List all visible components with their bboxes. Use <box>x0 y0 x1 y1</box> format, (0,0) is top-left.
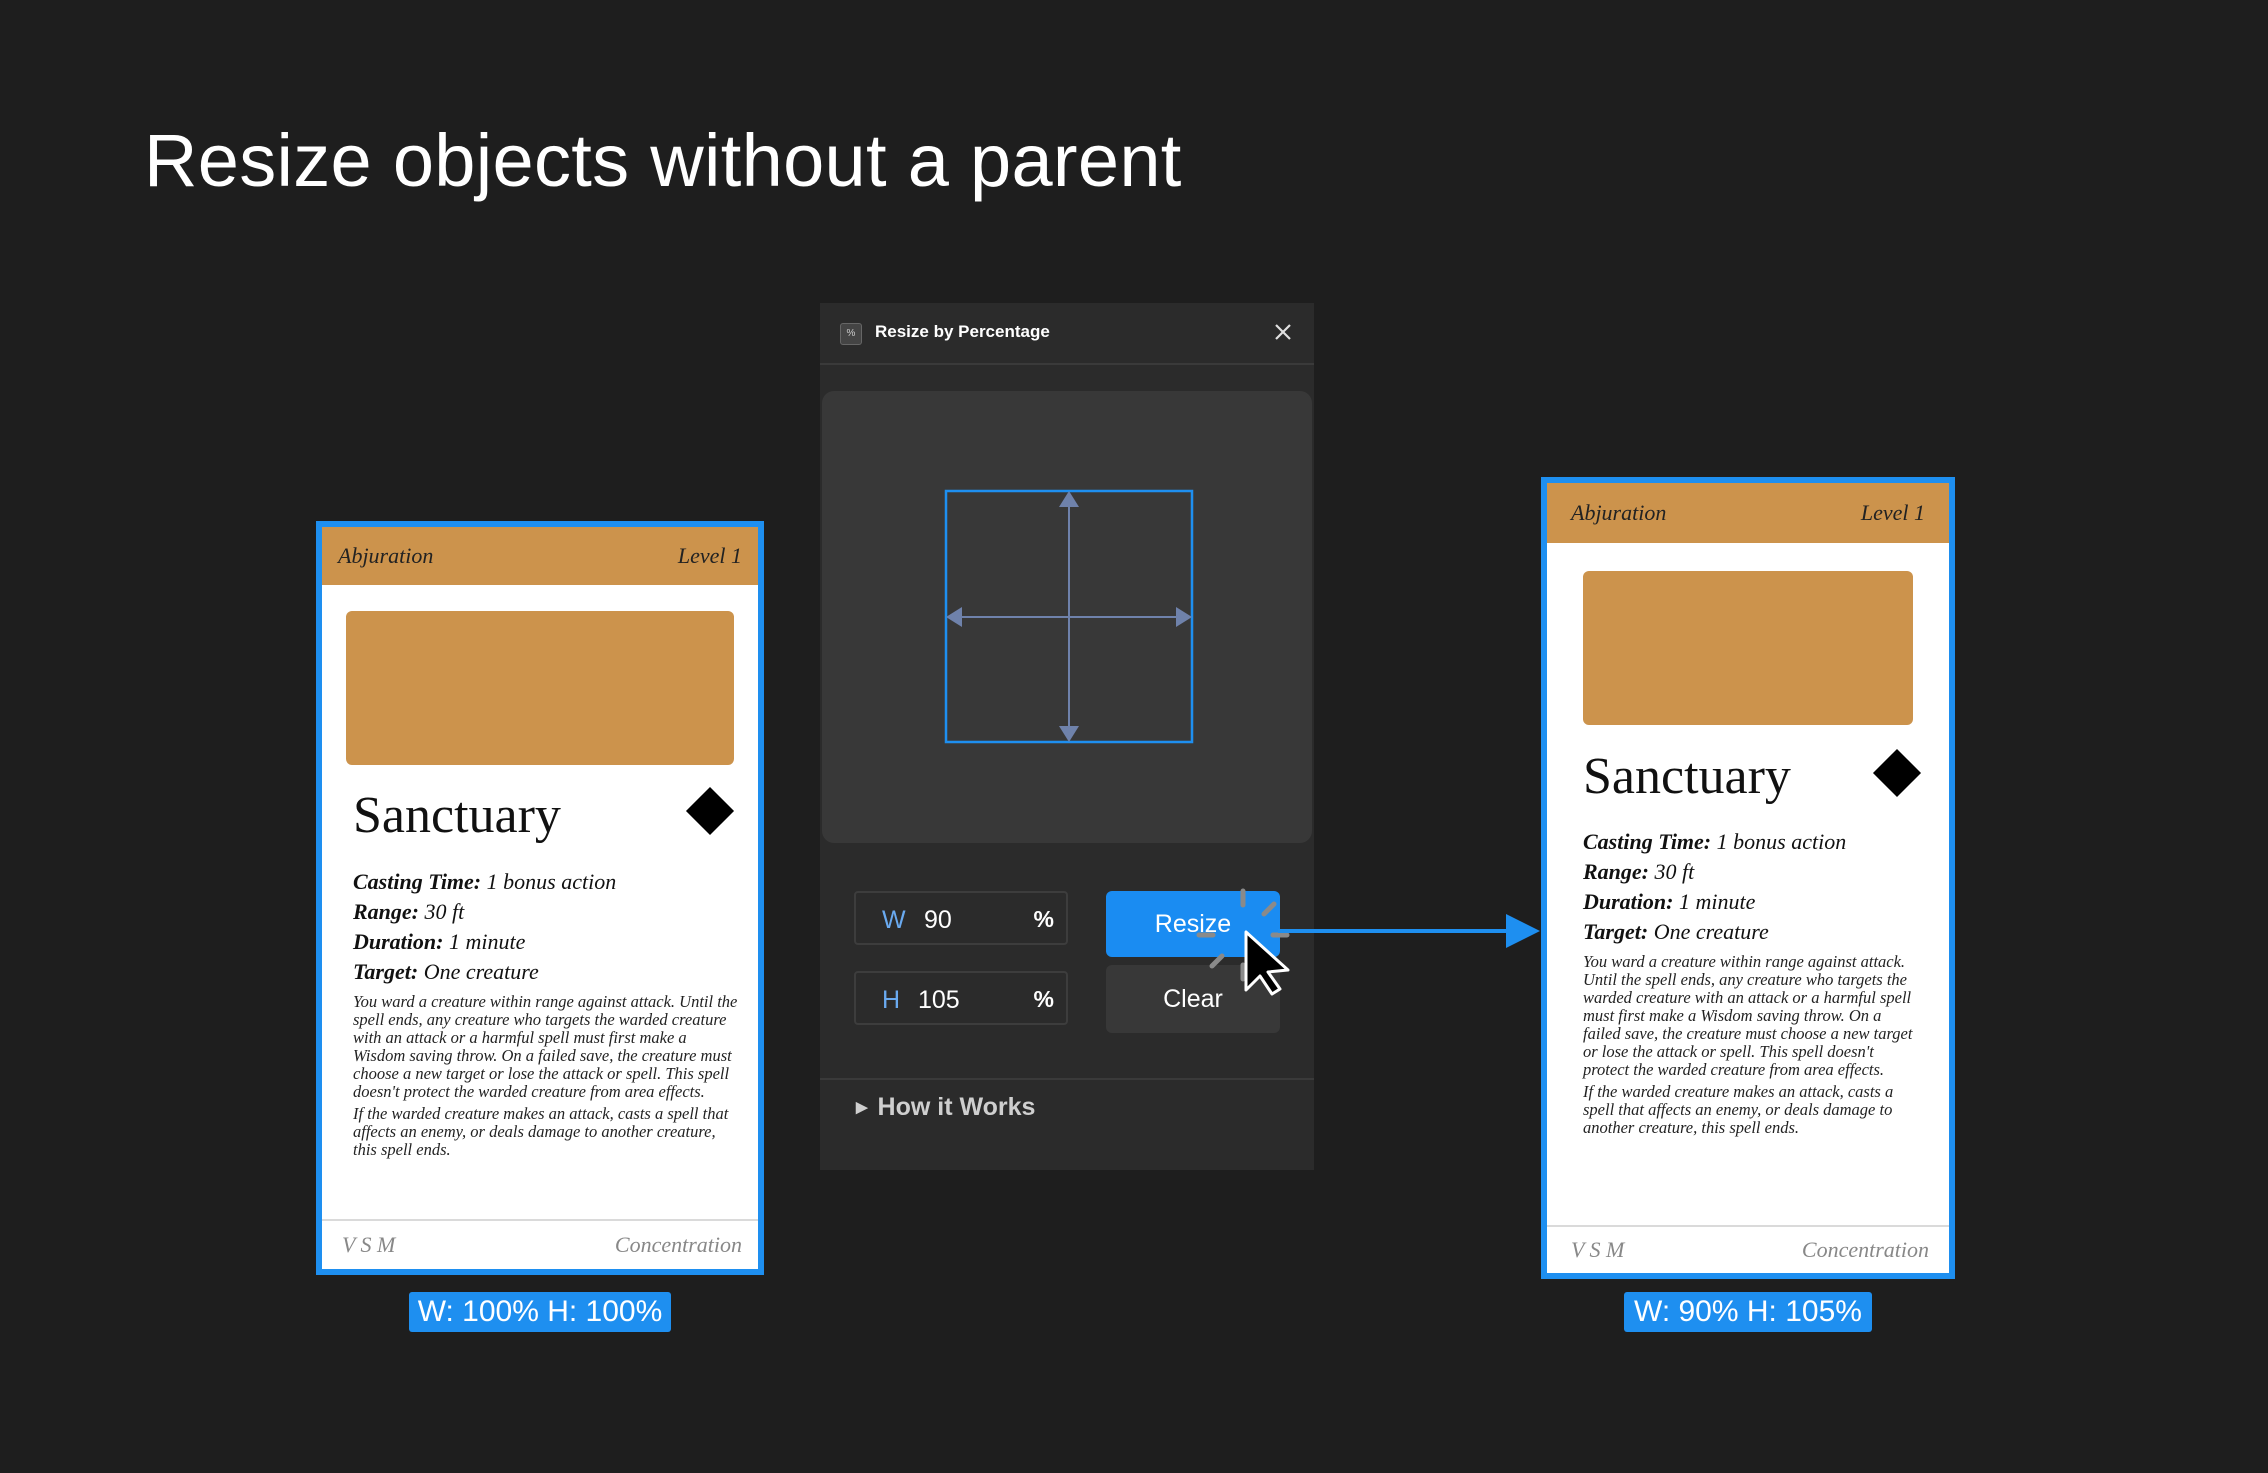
height-input[interactable]: H % <box>854 971 1068 1025</box>
card-components: V S M <box>1571 1237 1625 1262</box>
card-description: You ward a creature within range against… <box>1583 953 1923 1141</box>
diamond-icon <box>1872 748 1922 798</box>
card-header: Abjuration Level 1 <box>322 527 758 585</box>
card-header: Abjuration Level 1 <box>1547 483 1949 543</box>
how-it-works-label: How it Works <box>877 1093 1036 1121</box>
stat-target: Target: One creature <box>1583 919 1769 944</box>
how-it-works-toggle[interactable]: ▶ How it Works <box>856 1093 1035 1122</box>
stat-target: Target: One creature <box>353 959 539 984</box>
card-art <box>1583 571 1913 725</box>
size-badge-after: W: 90% H: 105% <box>1624 1292 1872 1332</box>
panel-title: Resize by Percentage <box>875 322 1050 341</box>
card-art <box>346 611 734 765</box>
height-value[interactable] <box>918 986 1018 1015</box>
resize-arrows-icon <box>944 489 1194 744</box>
width-unit: % <box>1033 906 1054 932</box>
stat-casting-time: Casting Time: 1 bonus action <box>1583 829 1847 854</box>
card-school: Abjuration <box>338 543 434 568</box>
panel-header: % Resize by Percentage <box>820 303 1314 365</box>
stat-duration: Duration: 1 minute <box>353 929 526 954</box>
card-level: Level 1 <box>677 543 742 568</box>
card-description: You ward a creature within range against… <box>353 993 741 1163</box>
width-value[interactable] <box>924 906 1024 935</box>
spell-card-resized[interactable]: Abjuration Level 1 Sanctuary Casting Tim… <box>1541 477 1955 1279</box>
card-components: V S M <box>342 1232 396 1257</box>
spell-card-original[interactable]: Abjuration Level 1 Sanctuary Casting Tim… <box>316 521 764 1275</box>
size-badge-before: W: 100% H: 100% <box>409 1292 671 1332</box>
stat-range: Range: 30 ft <box>353 899 465 924</box>
card-name: Sanctuary <box>1583 748 1791 805</box>
description-paragraph: You ward a creature within range against… <box>1583 952 1913 1079</box>
card-stats: Casting Time: 1 bonus action Range: 30 f… <box>1583 827 1846 947</box>
stat-duration: Duration: 1 minute <box>1583 889 1756 914</box>
diamond-icon <box>685 786 735 836</box>
page-title: Resize objects without a parent <box>144 119 1182 202</box>
panel-divider <box>820 1078 1314 1080</box>
card-school: Abjuration <box>1571 500 1667 525</box>
card-concentration: Concentration <box>1801 1237 1929 1262</box>
stat-range: Range: 30 ft <box>1583 859 1695 884</box>
card-stats: Casting Time: 1 bonus action Range: 30 f… <box>353 867 616 987</box>
card-level: Level 1 <box>1860 500 1925 525</box>
width-input[interactable]: W % <box>854 891 1068 945</box>
plugin-icon: % <box>840 323 862 345</box>
description-paragraph: You ward a creature within range against… <box>353 992 738 1101</box>
stat-casting-time: Casting Time: 1 bonus action <box>353 869 617 894</box>
disclosure-triangle-icon: ▶ <box>856 1099 868 1116</box>
card-footer: V S M Concentration <box>322 1219 758 1269</box>
height-unit: % <box>1033 986 1054 1012</box>
width-label: W <box>882 906 906 934</box>
card-name: Sanctuary <box>353 787 561 844</box>
plugin-panel: % Resize by Percentage W % H % Resize Cl… <box>820 303 1314 1170</box>
arrow-connector-icon <box>1278 914 1540 948</box>
height-label: H <box>882 986 901 1014</box>
close-icon[interactable] <box>1272 321 1294 343</box>
card-concentration: Concentration <box>614 1232 742 1257</box>
description-paragraph: If the warded creature makes an attack, … <box>1583 1082 1894 1137</box>
resize-preview <box>822 391 1312 843</box>
description-paragraph: If the warded creature makes an attack, … <box>353 1104 729 1159</box>
card-footer: V S M Concentration <box>1547 1225 1949 1273</box>
